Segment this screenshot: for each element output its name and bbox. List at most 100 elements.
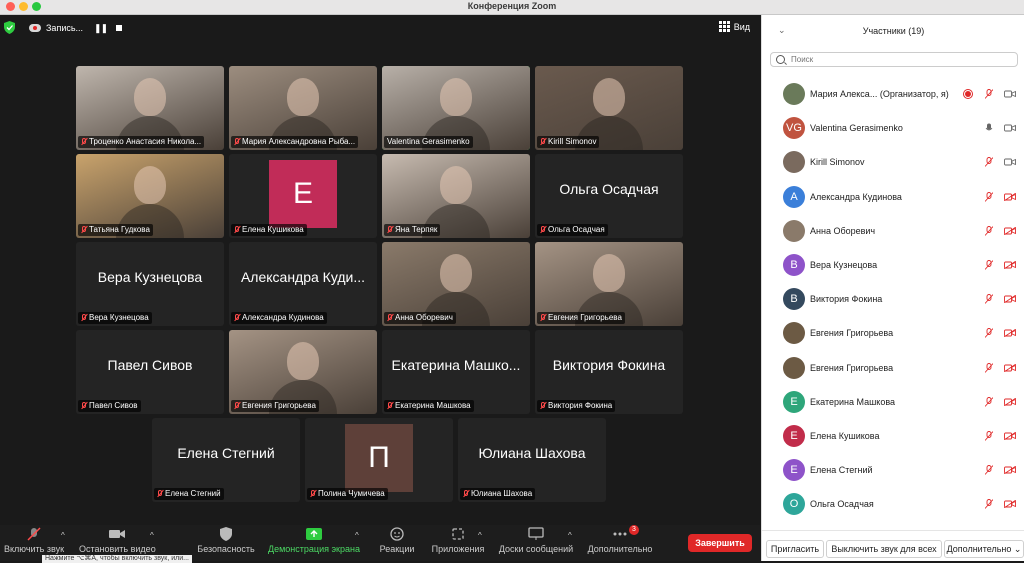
- video-off-icon[interactable]: [1004, 295, 1016, 304]
- participant-tile[interactable]: Анна Оборевич: [382, 242, 530, 326]
- participant-caption: Ольга Осадчая: [537, 224, 608, 236]
- participants-more-button[interactable]: Дополнительно ⌄: [944, 540, 1024, 558]
- participant-row[interactable]: Евгения Григорьева: [762, 352, 1024, 386]
- security-button[interactable]: Безопасность: [196, 527, 256, 554]
- microphone-muted-icon[interactable]: [985, 225, 993, 236]
- participant-tile[interactable]: Татьяна Гудкова: [76, 154, 224, 238]
- end-meeting-button[interactable]: Завершить: [688, 534, 752, 552]
- avatar: Е: [783, 390, 805, 413]
- microphone-muted-icon: [540, 314, 546, 322]
- video-off-icon[interactable]: [1004, 500, 1016, 509]
- microphone-muted-icon[interactable]: [985, 431, 993, 441]
- stop-recording-icon[interactable]: [116, 25, 123, 31]
- whiteboards-button[interactable]: Доски сообщений: [496, 527, 576, 554]
- video-off-icon[interactable]: [1004, 363, 1016, 372]
- participant-tile[interactable]: Екатерина Машко... Екатерина Машкова: [382, 330, 530, 414]
- share-screen-icon: [306, 528, 322, 540]
- search-input[interactable]: [791, 53, 1011, 66]
- participant-tile[interactable]: Евгения Григорьева: [535, 242, 683, 326]
- video-off-icon[interactable]: [1004, 329, 1016, 338]
- participant-tile[interactable]: Евгения Григорьева: [229, 330, 377, 414]
- microphone-muted-icon[interactable]: [985, 294, 993, 304]
- microphone-muted-icon[interactable]: [985, 396, 993, 407]
- microphone-muted-icon[interactable]: [985, 157, 993, 168]
- microphone-icon[interactable]: [985, 123, 993, 133]
- participant-name-large: Павел Сивов: [107, 357, 193, 373]
- microphone-muted-icon[interactable]: [985, 89, 993, 99]
- video-camera-icon[interactable]: [1004, 124, 1016, 132]
- participant-row[interactable]: Анна Оборевич: [762, 215, 1024, 249]
- participant-tile[interactable]: Valentina Gerasimenko: [382, 66, 530, 150]
- participant-row[interactable]: А Александра Кудинова: [762, 181, 1024, 215]
- more-button[interactable]: Дополнительно 3: [586, 525, 654, 554]
- participant-row[interactable]: Мария Алекса... (Организатор, я): [762, 78, 1024, 112]
- recording-indicator[interactable]: Запись... ❚❚: [23, 20, 128, 36]
- mute-all-button[interactable]: Выключить звук для всех: [826, 540, 942, 558]
- microphone-muted-icon: [234, 138, 240, 146]
- reactions-button[interactable]: Реакции: [375, 527, 419, 554]
- participant-row[interactable]: Kirill Simonov: [762, 146, 1024, 180]
- participant-caption: Елена Кушикова: [231, 224, 307, 236]
- stop-video-label: Остановить видео: [79, 544, 156, 554]
- microphone-muted-icon[interactable]: [985, 362, 993, 373]
- participant-tile[interactable]: Е Елена Кушикова: [229, 154, 377, 238]
- participant-name: Виктория Фокина: [548, 401, 613, 410]
- participant-tile[interactable]: Яна Терпяк: [382, 154, 530, 238]
- microphone-muted-icon: [463, 490, 469, 498]
- microphone-muted-icon[interactable]: [985, 260, 993, 270]
- participant-tile[interactable]: Елена Стегний Елена Стегний: [152, 418, 300, 502]
- video-off-icon[interactable]: [1004, 397, 1016, 406]
- participant-row[interactable]: В Виктория Фокина: [762, 283, 1024, 317]
- participant-row[interactable]: Е Елена Кушикова: [762, 420, 1024, 454]
- participant-tile[interactable]: Юлиана Шахова Юлиана Шахова: [458, 418, 606, 502]
- participant-name: Троценко Анастасия Никола...: [89, 137, 202, 146]
- participant-tile[interactable]: Мария Александровна Рыба...: [229, 66, 377, 150]
- invite-button[interactable]: Пригласить: [766, 540, 824, 558]
- unmute-button[interactable]: Включить звук: [4, 527, 64, 554]
- participant-row[interactable]: В Вера Кузнецова: [762, 249, 1024, 283]
- avatar: Е: [783, 459, 805, 482]
- encryption-shield-icon[interactable]: [4, 21, 15, 34]
- microphone-muted-icon[interactable]: [985, 328, 993, 339]
- view-button[interactable]: Вид: [718, 21, 750, 32]
- audio-options-chevron-icon[interactable]: ^: [61, 531, 65, 540]
- participant-row[interactable]: Е Екатерина Машкова: [762, 386, 1024, 420]
- microphone-muted-icon: [157, 490, 163, 498]
- participant-name-large: Вера Кузнецова: [97, 269, 203, 285]
- participant-tile[interactable]: Kirill Simonov: [535, 66, 683, 150]
- participant-row[interactable]: VG Valentina Gerasimenko: [762, 112, 1024, 146]
- video-camera-icon[interactable]: [1004, 90, 1016, 98]
- microphone-muted-icon: [27, 527, 41, 541]
- pause-recording-icon[interactable]: ❚❚: [94, 23, 108, 34]
- participant-caption: Вера Кузнецова: [78, 312, 152, 324]
- participant-tile[interactable]: Александра Куди... Александра Кудинова: [229, 242, 377, 326]
- participant-tile[interactable]: Виктория Фокина Виктория Фокина: [535, 330, 683, 414]
- video-off-icon[interactable]: [1004, 432, 1016, 440]
- microphone-muted-icon[interactable]: [985, 465, 993, 475]
- participant-row[interactable]: Е Елена Стегний: [762, 454, 1024, 488]
- participant-row[interactable]: О Ольга Осадчая: [762, 488, 1024, 522]
- person-silhouette: [134, 166, 166, 204]
- whiteboards-chevron-icon[interactable]: ^: [568, 531, 572, 540]
- video-off-icon[interactable]: [1004, 226, 1016, 235]
- microphone-muted-icon[interactable]: [985, 191, 993, 202]
- share-options-chevron-icon[interactable]: ^: [355, 531, 359, 540]
- participant-tile[interactable]: Троценко Анастасия Никола...: [76, 66, 224, 150]
- share-screen-button[interactable]: Демонстрация экрана: [265, 527, 363, 554]
- apps-options-chevron-icon[interactable]: ^: [478, 531, 482, 540]
- video-off-icon[interactable]: [1004, 192, 1016, 201]
- participant-tile[interactable]: Ольга Осадчая Ольга Осадчая: [535, 154, 683, 238]
- video-off-icon[interactable]: [1004, 261, 1016, 269]
- participant-tile[interactable]: Павел Сивов Павел Сивов: [76, 330, 224, 414]
- participant-tile[interactable]: П Полина Чумичева: [305, 418, 453, 502]
- microphone-muted-icon: [540, 138, 546, 146]
- participant-tile[interactable]: Вера Кузнецова Вера Кузнецова: [76, 242, 224, 326]
- video-off-icon[interactable]: [1004, 466, 1016, 475]
- participant-row[interactable]: Евгения Григорьева: [762, 317, 1024, 351]
- participant-name: Анна Оборевич: [395, 313, 453, 322]
- video-camera-icon[interactable]: [1004, 158, 1016, 166]
- video-options-chevron-icon[interactable]: ^: [150, 531, 154, 540]
- participant-name-large: Виктория Фокина: [552, 357, 666, 373]
- microphone-muted-icon[interactable]: [985, 499, 993, 510]
- stop-video-button[interactable]: Остановить видео: [79, 527, 156, 554]
